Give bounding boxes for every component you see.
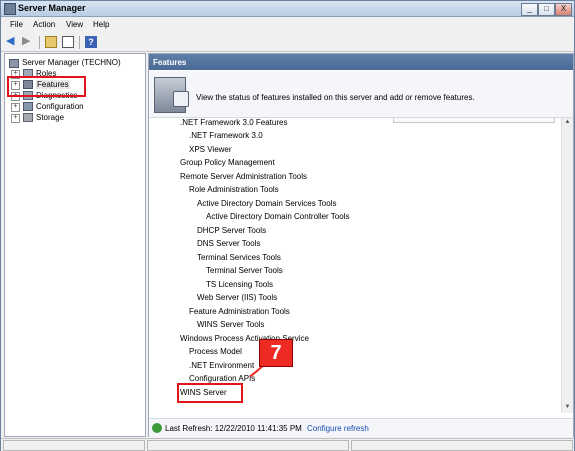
features-banner: View the status of features installed on… <box>149 71 573 118</box>
status-bar <box>1 438 574 451</box>
step-callout: 7 <box>259 339 293 367</box>
expand-icon[interactable]: + <box>11 114 20 123</box>
tree-root[interactable]: Server Manager (TECHNO) <box>22 58 121 67</box>
configure-refresh-link[interactable]: Configure refresh <box>307 424 369 433</box>
list-item: .NET Framework 3.0 <box>189 131 263 140</box>
toolbar-separator <box>39 36 40 49</box>
server-manager-window: Server Manager _ □ X File Action View He… <box>0 0 575 451</box>
panel-header: Features <box>149 54 573 70</box>
features-list[interactable]: .NET Framework 3.0 Features .NET Framewo… <box>149 118 561 413</box>
banner-text: View the status of features installed on… <box>196 93 475 102</box>
panel-title: Features <box>153 58 187 67</box>
configuration-icon <box>23 102 33 111</box>
scroll-down-icon[interactable]: ▼ <box>563 403 572 412</box>
list-item: Group Policy Management <box>180 158 275 167</box>
title-bar[interactable]: Server Manager _ □ X <box>1 1 574 17</box>
features-panel: Features View the status of features ins… <box>148 53 574 437</box>
tree-item-storage[interactable]: Storage <box>36 113 64 122</box>
list-item: Active Directory Domain Controller Tools <box>206 212 350 221</box>
back-arrow-icon[interactable]: ◀ <box>6 36 18 48</box>
show-hide-tree-icon[interactable] <box>62 36 74 48</box>
list-item: Configuration APIs <box>189 374 256 383</box>
status-segment <box>3 440 145 451</box>
list-item: Terminal Services Tools <box>197 253 281 262</box>
list-item: TS Licensing Tools <box>206 280 273 289</box>
scroll-up-icon[interactable]: ▲ <box>563 118 572 127</box>
navigation-tree: Server Manager (TECHNO) + Roles + Featur… <box>4 53 146 437</box>
list-item: Active Directory Domain Services Tools <box>197 199 337 208</box>
minimize-button[interactable]: _ <box>521 3 538 16</box>
list-item: Role Administration Tools <box>189 185 279 194</box>
list-item: Terminal Server Tools <box>206 266 283 275</box>
list-item: Web Server (IIS) Tools <box>197 293 278 302</box>
server-icon <box>9 59 19 68</box>
expand-icon[interactable]: + <box>11 103 20 112</box>
list-item: DNS Server Tools <box>197 239 261 248</box>
tree-item-configuration[interactable]: Configuration <box>36 102 84 111</box>
maximize-button[interactable]: □ <box>538 3 555 16</box>
menu-help[interactable]: Help <box>93 20 109 29</box>
menu-bar: File Action View Help <box>1 17 574 32</box>
features-summary-box <box>393 118 555 123</box>
menu-action[interactable]: Action <box>33 20 55 29</box>
forward-arrow-icon[interactable]: ▶ <box>22 36 34 48</box>
refresh-footer: Last Refresh: 12/22/2010 11:41:35 PM Con… <box>149 418 573 437</box>
toolbar-separator <box>79 36 80 49</box>
vertical-scrollbar[interactable]: ▲ ▼ <box>561 118 573 413</box>
list-item: Feature Administration Tools <box>189 307 290 316</box>
list-item: Remote Server Administration Tools <box>180 172 308 181</box>
server-manager-icon <box>4 3 16 15</box>
list-item: Process Model <box>189 347 242 356</box>
toolbar: ◀ ▶ ? <box>1 33 574 52</box>
list-item: DHCP Server Tools <box>197 226 267 235</box>
features-banner-badge-icon <box>173 91 189 107</box>
status-segment <box>147 440 349 451</box>
refresh-icon[interactable] <box>152 423 162 433</box>
window-title: Server Manager <box>18 3 86 13</box>
list-item: .NET Framework 3.0 Features <box>180 118 288 127</box>
status-segment <box>351 440 573 451</box>
list-item: XPS Viewer <box>189 145 232 154</box>
up-folder-icon[interactable] <box>45 36 57 48</box>
storage-icon <box>23 113 33 122</box>
help-icon[interactable]: ? <box>85 36 97 48</box>
menu-file[interactable]: File <box>10 20 23 29</box>
list-item: .NET Environment <box>189 361 255 370</box>
menu-view[interactable]: View <box>66 20 83 29</box>
list-item: WINS Server Tools <box>197 320 265 329</box>
features-highlight-box <box>7 76 86 97</box>
last-refresh-text: Last Refresh: 12/22/2010 11:41:35 PM <box>165 424 302 433</box>
close-button[interactable]: X <box>555 3 572 16</box>
wins-server-highlight-box <box>177 383 243 403</box>
